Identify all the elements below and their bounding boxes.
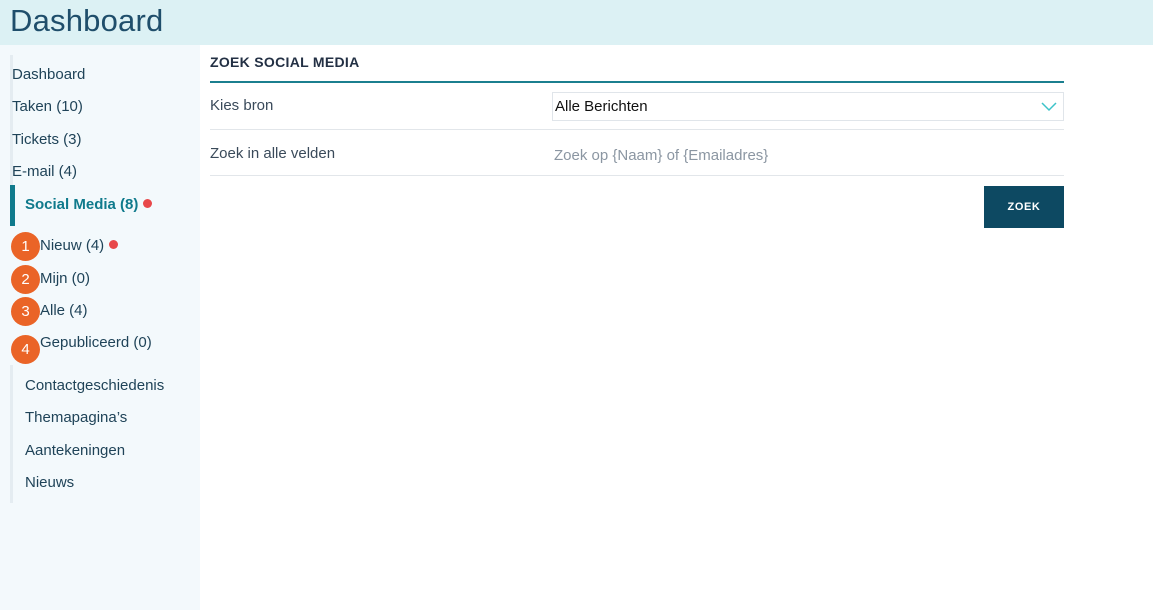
sub-item-label: Nieuw (4) <box>40 237 105 254</box>
search-label: Zoek in alle velden <box>210 145 336 162</box>
step-marker-2: 2 <box>11 265 40 294</box>
sidebar-item-tickets[interactable]: Tickets (3) <box>12 130 81 150</box>
source-select-value: Alle Berichten <box>555 98 648 115</box>
source-label: Kies bron <box>210 97 274 114</box>
search-input[interactable] <box>552 143 1064 167</box>
sidebar-item-themapaginas[interactable]: Themapagina’s <box>25 408 127 428</box>
section-title: ZOEK SOCIAL MEDIA <box>210 54 360 70</box>
sidebar-item-dashboard[interactable]: Dashboard <box>12 65 85 85</box>
source-select[interactable]: Alle Berichten <box>552 92 1064 121</box>
active-indicator <box>10 185 15 226</box>
sidebar-item-aantekeningen[interactable]: Aantekeningen <box>25 441 125 461</box>
sidebar-item-social-media[interactable]: Social Media (8) <box>25 195 153 215</box>
sidebar: Dashboard Taken (10) Tickets (3) E-mail … <box>0 45 200 610</box>
sidebar-item-label: Social Media (8) <box>25 196 139 213</box>
sub-item-mijn[interactable]: Mijn (0) <box>40 269 90 289</box>
sub-item-gepubliceerd[interactable]: Gepubliceerd (0) <box>40 333 152 353</box>
sub-item-nieuw[interactable]: Nieuw (4) <box>40 236 119 256</box>
notification-dot-icon <box>109 240 119 249</box>
notification-dot-icon <box>143 199 153 208</box>
title-divider <box>210 81 1064 83</box>
step-marker-1: 1 <box>11 232 40 261</box>
step-marker-3: 3 <box>11 297 40 326</box>
search-button[interactable]: ZOEK <box>984 186 1064 228</box>
sidebar-item-email[interactable]: E-mail (4) <box>12 162 77 182</box>
sidebar-group-bottom <box>10 365 13 503</box>
sidebar-item-nieuws[interactable]: Nieuws <box>25 473 74 493</box>
sidebar-item-taken[interactable]: Taken (10) <box>12 97 83 117</box>
row-divider <box>210 129 1064 130</box>
step-marker-4: 4 <box>11 335 40 364</box>
top-bar: Dashboard <box>0 0 1153 45</box>
page-title: Dashboard <box>10 3 164 38</box>
row-divider <box>210 175 1064 176</box>
sidebar-item-contactgeschiedenis[interactable]: Contactgeschiedenis <box>25 376 164 396</box>
sub-item-alle[interactable]: Alle (4) <box>40 301 88 321</box>
chevron-down-icon <box>1041 102 1057 112</box>
